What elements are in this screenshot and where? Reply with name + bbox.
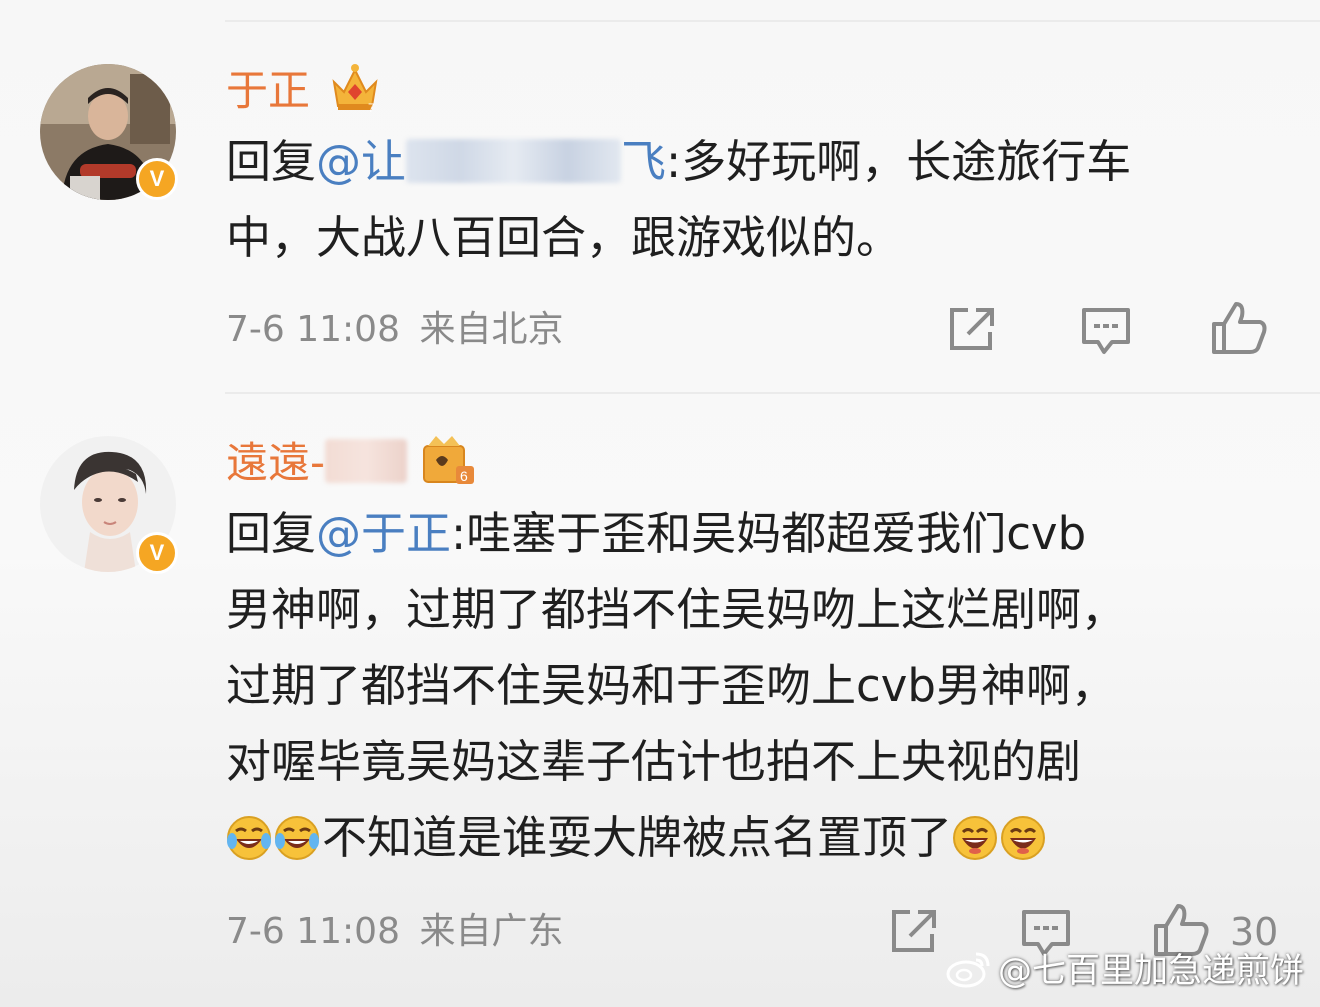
mention-link[interactable]: @让飞 [316,135,666,188]
share-icon[interactable] [888,906,940,956]
comment-icon[interactable] [1080,304,1132,356]
svg-text:6: 6 [460,468,468,484]
mention-link[interactable]: @于正 [316,507,451,560]
blurred-name [406,139,622,183]
svg-text:7: 7 [368,101,375,114]
location: 来自北京 [419,309,564,350]
weibo-logo-icon [946,952,990,988]
top-divider [225,20,1320,22]
laugh-cry-icon [275,816,319,860]
timestamp: 7-6 11:08 [226,309,400,350]
laugh-cry-icon [227,816,271,860]
location: 来自广东 [419,911,564,952]
comment-divider [225,392,1320,394]
crown-level-7-icon: 7 [332,64,378,114]
blurred-name [325,439,408,483]
laugh-icon [953,816,998,860]
comment-meta: 7-6 11:08 来自广东 [226,910,563,954]
username[interactable]: 于正 [226,66,310,116]
timestamp: 7-6 11:08 [226,911,400,952]
username[interactable]: 遠遠- [226,438,408,488]
share-icon[interactable] [946,304,998,354]
verified-badge: V [136,158,178,200]
laugh-icon [1001,816,1046,860]
watermark: @七百里加急递煎饼 [946,948,1304,993]
crown-level-6-icon: 6 [423,436,474,484]
comment-text: 回复@于正:哇塞于歪和吴妈都超爱我们cvb 男神啊，过期了都挡不住吴妈吻上这烂剧… [226,507,1127,864]
comment-text: 回复@让 飞:多好玩啊，长途旅行车 中，大战八百回合，跟游戏似的。 [226,135,1132,264]
comment-meta: 7-6 11:08 来自北京 [226,308,563,352]
like-icon[interactable] [1210,300,1268,356]
verified-badge: V [136,532,178,574]
